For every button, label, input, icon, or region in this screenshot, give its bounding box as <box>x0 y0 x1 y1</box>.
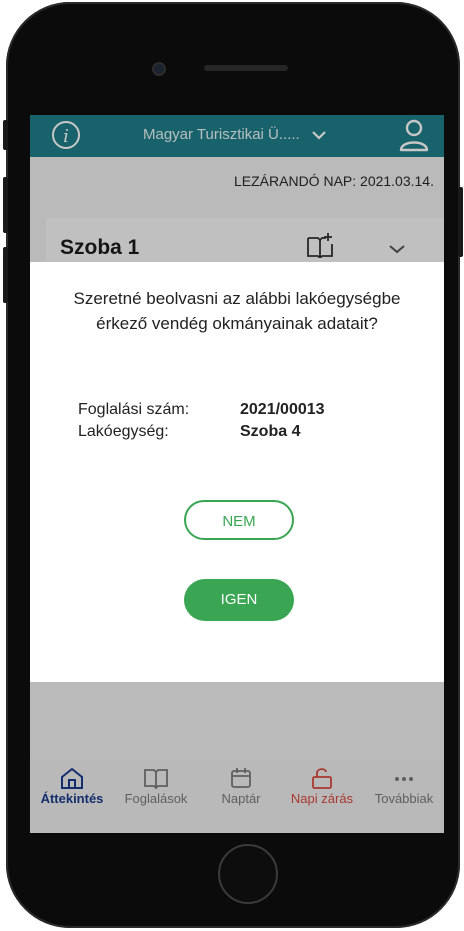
front-camera <box>152 62 166 76</box>
power-button <box>458 187 463 257</box>
volume-up-button <box>3 177 8 233</box>
silent-switch <box>3 120 8 150</box>
info-row: Lakóegység: Szoba 4 <box>78 421 325 443</box>
booking-info: Foglalási szám: 2021/00013 Lakóegység: S… <box>78 399 325 443</box>
no-button[interactable]: NEM <box>184 500 294 540</box>
dialog-question: Szeretné beolvasni az alábbi lakóegységb… <box>73 289 401 333</box>
app-screen: i Magyar Turisztikai Ü..... LEZÁRANDÓ NA… <box>30 115 444 833</box>
earpiece-speaker <box>204 65 288 71</box>
booking-number-label: Foglalási szám: <box>78 401 190 418</box>
scan-documents-dialog: Szeretné beolvasni az alábbi lakóegységb… <box>30 262 444 682</box>
volume-down-button <box>3 247 8 303</box>
yes-button[interactable]: IGEN <box>184 579 294 621</box>
booking-number-value: 2021/00013 <box>240 401 325 418</box>
unit-value: Szoba 4 <box>240 423 301 440</box>
info-row: Foglalási szám: 2021/00013 <box>78 399 325 421</box>
unit-label: Lakóegység: <box>78 423 169 440</box>
home-button[interactable] <box>218 844 278 904</box>
